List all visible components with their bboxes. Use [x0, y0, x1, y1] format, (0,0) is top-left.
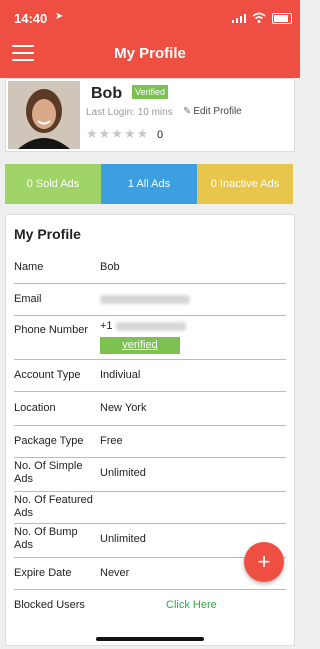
- email-value-redacted: [100, 293, 190, 306]
- row-phone: Phone Number +1 verified: [14, 315, 286, 360]
- location-arrow-icon: ➤: [55, 11, 64, 22]
- phone-number-redacted: [115, 321, 186, 331]
- inactive-ads-tab[interactable]: 0 Inactive Ads: [197, 164, 293, 204]
- phone-label: Phone Number: [14, 324, 88, 336]
- phone-verified-button[interactable]: verified: [100, 337, 180, 354]
- account-type-label: Account Type: [14, 369, 81, 381]
- profile-card: Bob Verified Last Login: 10 mins ✎ Edit P…: [5, 78, 295, 152]
- simple-ads-label: No. Of Simple Ads: [14, 460, 83, 485]
- rating-count: 0: [157, 129, 164, 141]
- profile-name: Bob: [91, 85, 123, 102]
- location-value: New York: [100, 402, 147, 414]
- signal-icon: [232, 14, 246, 23]
- plus-icon: +: [257, 549, 271, 574]
- section-title: My Profile: [14, 226, 81, 242]
- profile-details-card: My Profile Name Bob Email Phone Number +…: [5, 214, 295, 646]
- package-type-value: Free: [100, 435, 123, 447]
- battery-icon: [272, 13, 292, 24]
- row-featured-ads: No. Of Featured Ads: [14, 491, 286, 524]
- status-time: 14:40: [14, 11, 48, 26]
- name-label: Name: [14, 261, 44, 273]
- blocked-users-label: Blocked Users: [14, 599, 85, 611]
- featured-ads-label: No. Of Featured Ads: [14, 494, 93, 519]
- blocked-users-link[interactable]: Click Here: [166, 599, 217, 612]
- avatar: [8, 81, 80, 149]
- row-account-type: Account Type Indiviual: [14, 359, 286, 392]
- row-name: Name Bob: [14, 251, 286, 284]
- bump-ads-value: Unlimited: [100, 533, 146, 545]
- ad-stats-bar: 0 Sold Ads 1 All Ads 0 Inactive Ads: [5, 164, 293, 204]
- wifi-icon: [252, 12, 266, 23]
- package-type-label: Package Type: [14, 435, 84, 447]
- name-value: Bob: [100, 261, 120, 273]
- add-ad-button[interactable]: +: [244, 542, 284, 582]
- last-login-text: Last Login: 10 mins: [86, 107, 173, 118]
- bump-ads-label: No. Of Bump Ads: [14, 526, 78, 551]
- expire-date-label: Expire Date: [14, 567, 72, 579]
- account-type-value: Indiviual: [100, 369, 141, 381]
- phone-prefix: +1: [100, 320, 113, 332]
- location-label: Location: [14, 402, 56, 414]
- email-label: Email: [14, 293, 42, 305]
- verified-badge: Verified: [132, 85, 169, 99]
- edit-profile-label: Edit Profile: [193, 106, 242, 117]
- app-header: 14:40 ➤ My Profile: [0, 0, 300, 78]
- rating-stars: ★★★★★: [86, 126, 150, 141]
- edit-icon: ✎: [183, 106, 192, 117]
- row-email: Email: [14, 283, 286, 316]
- row-package-type: Package Type Free: [14, 425, 286, 458]
- page-title: My Profile: [114, 45, 186, 62]
- all-ads-tab[interactable]: 1 All Ads: [101, 164, 197, 204]
- row-location: Location New York: [14, 391, 286, 426]
- sold-ads-tab[interactable]: 0 Sold Ads: [5, 164, 101, 204]
- avatar-image: [8, 81, 80, 149]
- row-blocked-users: Blocked Users Click Here: [14, 589, 286, 621]
- expire-date-value: Never: [100, 567, 130, 579]
- simple-ads-value: Unlimited: [100, 467, 146, 479]
- status-bar: 14:40 ➤: [0, 0, 300, 36]
- home-indicator[interactable]: [96, 637, 204, 641]
- edit-profile-link[interactable]: ✎ Edit Profile: [183, 106, 242, 117]
- phone-value: +1: [100, 320, 186, 333]
- row-simple-ads: No. Of Simple Ads Unlimited: [14, 457, 286, 492]
